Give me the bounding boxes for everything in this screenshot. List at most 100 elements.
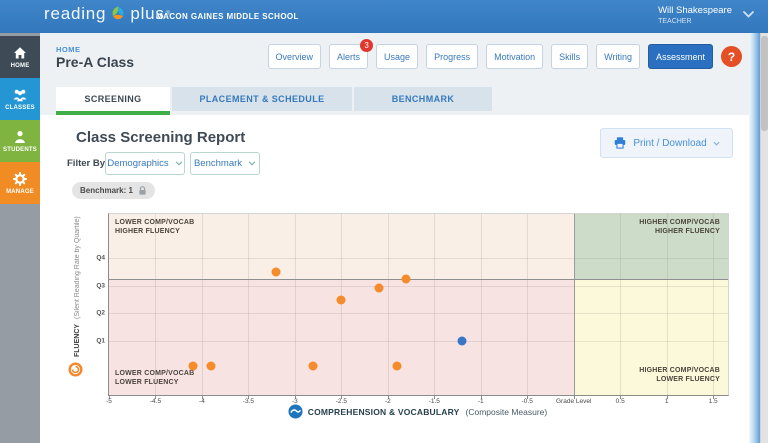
x-gridline xyxy=(248,214,249,395)
data-point-students-orange[interactable] xyxy=(188,361,197,370)
y-axis-label-bold: FLUENCY xyxy=(74,324,81,357)
chevron-down-icon xyxy=(248,161,256,166)
nav-skills-button[interactable]: Skills xyxy=(551,44,588,69)
sidebar-item-label: HOME xyxy=(11,63,30,69)
data-point-student-blue[interactable] xyxy=(458,337,467,346)
data-point-students-orange[interactable] xyxy=(272,267,281,276)
nav-button-label: Writing xyxy=(604,52,632,62)
nav-button-label: Usage xyxy=(384,52,410,62)
nav-writing-button[interactable]: Writing xyxy=(596,44,640,69)
home-icon xyxy=(12,45,28,61)
print-download-button[interactable]: Print / Download xyxy=(600,128,733,158)
sidebar: HOME CLASSES STUDENTS xyxy=(0,33,40,443)
sidebar-item-manage[interactable]: MANAGE xyxy=(0,162,40,204)
x-gridline xyxy=(620,214,621,395)
x-gridline xyxy=(202,214,203,395)
sidebar-item-students[interactable]: STUDENTS xyxy=(0,120,40,162)
dropdown-label: Demographics xyxy=(107,158,168,169)
section-nav: Overview Alerts3 Usage Progress Motivation Sk… xyxy=(268,44,742,69)
benchmark-dropdown[interactable]: Benchmark xyxy=(190,152,260,175)
x-gridline xyxy=(295,214,296,395)
quadrant-label-line: LOWER COMP/VOCAB xyxy=(115,218,194,227)
user-name: Will Shakespeare xyxy=(658,5,732,16)
data-point-students-orange[interactable] xyxy=(402,274,411,283)
y-gridline xyxy=(109,313,728,314)
sidebar-item-label: MANAGE xyxy=(6,189,34,195)
quadrant-label-line: HIGHER COMP/VOCAB xyxy=(639,218,720,227)
tab-label: BENCHMARK xyxy=(392,94,455,104)
top-header: reading plus® MACON GAINES MIDDLE SCHOOL… xyxy=(0,0,768,33)
nav-button-label: Skills xyxy=(559,52,580,62)
nav-alerts-button[interactable]: Alerts3 xyxy=(329,44,368,69)
sidebar-item-classes[interactable]: CLASSES xyxy=(0,78,40,120)
fluency-swirl-icon xyxy=(68,362,83,377)
print-download-label: Print / Download xyxy=(633,138,706,149)
data-point-students-orange[interactable] xyxy=(309,361,318,370)
sidebar-item-label: CLASSES xyxy=(5,105,35,111)
nav-progress-button[interactable]: Progress xyxy=(426,44,478,69)
demographics-dropdown[interactable]: Demographics xyxy=(105,152,185,175)
chevron-down-icon xyxy=(175,161,183,166)
chevron-down-icon[interactable] xyxy=(743,11,754,18)
nav-button-label: Assessment xyxy=(656,52,705,62)
quadrant-label-line: LOWER FLUENCY xyxy=(639,375,720,384)
scrollbar-thumb[interactable] xyxy=(761,36,768,131)
quadrant-label-line: HIGHER FLUENCY xyxy=(639,227,720,236)
x-axis-label: COMPREHENSION & VOCABULARY (Composite Me… xyxy=(108,404,727,419)
nav-button-label: Motivation xyxy=(494,52,535,62)
x-axis-label-bold: COMPREHENSION & VOCABULARY xyxy=(308,407,460,417)
logo-icon xyxy=(108,4,128,24)
tab-placement-schedule[interactable]: PLACEMENT & SCHEDULE xyxy=(172,87,352,111)
nav-motivation-button[interactable]: Motivation xyxy=(486,44,543,69)
tab-bar: SCREENINGPLACEMENT & SCHEDULE BENCHMARK xyxy=(56,87,492,111)
y-axis-label-normal: (Silent Reading Rate by Quartile) xyxy=(74,217,81,320)
quadrant-label-bottom-right: HIGHER COMP/VOCABLOWER FLUENCY xyxy=(639,366,720,384)
quadrant-label-line: LOWER FLUENCY xyxy=(115,378,194,387)
page-edge-strip xyxy=(749,33,760,443)
data-point-students-orange[interactable] xyxy=(207,361,216,370)
y-axis-label: FLUENCY (Silent Reading Rate by Quartile… xyxy=(74,213,87,361)
benchmark-pill-label: Benchmark: 1 xyxy=(80,186,133,195)
students-icon xyxy=(12,129,28,145)
x-gridline xyxy=(388,214,389,395)
tab-screening[interactable]: SCREENING xyxy=(56,87,170,111)
x-gridline xyxy=(527,214,528,395)
classes-icon xyxy=(12,87,28,103)
y-tick-label: Q4 xyxy=(87,255,105,262)
school-name: MACON GAINES MIDDLE SCHOOL xyxy=(156,12,299,21)
user-role: TEACHER xyxy=(658,18,732,25)
y-tick-label: Q3 xyxy=(87,282,105,289)
nav-overview-button[interactable]: Overview xyxy=(268,44,322,69)
logo-text-reading: reading xyxy=(44,4,106,24)
help-button[interactable]: ? xyxy=(721,46,742,67)
nav-assessment-button[interactable]: Assessment xyxy=(648,44,713,69)
report-title: Class Screening Report xyxy=(76,129,245,146)
quadrant-label-top-right: HIGHER COMP/VOCABHIGHER FLUENCY xyxy=(639,218,720,236)
sidebar-item-label: STUDENTS xyxy=(3,147,37,153)
user-menu[interactable]: Will Shakespeare TEACHER xyxy=(658,5,732,25)
y-tick-label: Q2 xyxy=(87,310,105,317)
data-point-students-orange[interactable] xyxy=(337,295,346,304)
quadrant-label-bottom-left: LOWER COMP/VOCABLOWER FLUENCY xyxy=(115,369,194,387)
breadcrumb[interactable]: HOME xyxy=(56,45,81,54)
x-gridline xyxy=(481,214,482,395)
filter-by-label: Filter By: xyxy=(67,158,108,169)
nav-button-label: Progress xyxy=(434,52,470,62)
nav-button-label: Overview xyxy=(276,52,314,62)
printer-icon xyxy=(613,136,627,150)
reading-plus-logo: reading plus® xyxy=(44,4,171,24)
nav-usage-button[interactable]: Usage xyxy=(376,44,418,69)
quadrant-label-top-left: LOWER COMP/VOCABHIGHER FLUENCY xyxy=(115,218,194,236)
tab-benchmark[interactable]: BENCHMARK xyxy=(354,87,492,111)
quadrant-label-line: HIGHER COMP/VOCAB xyxy=(639,366,720,375)
alerts-badge: 3 xyxy=(360,39,373,52)
x-gridline xyxy=(434,214,435,395)
data-point-students-orange[interactable] xyxy=(374,284,383,293)
data-point-students-orange[interactable] xyxy=(393,361,402,370)
fluency-divider xyxy=(109,279,728,280)
sidebar-item-home[interactable]: HOME xyxy=(0,36,40,78)
dropdown-label: Benchmark xyxy=(194,158,242,169)
nav-button-label: Alerts xyxy=(337,52,360,62)
benchmark-filter-pill: Benchmark: 1 xyxy=(72,182,155,199)
quadrant-label-line: LOWER COMP/VOCAB xyxy=(115,369,194,378)
